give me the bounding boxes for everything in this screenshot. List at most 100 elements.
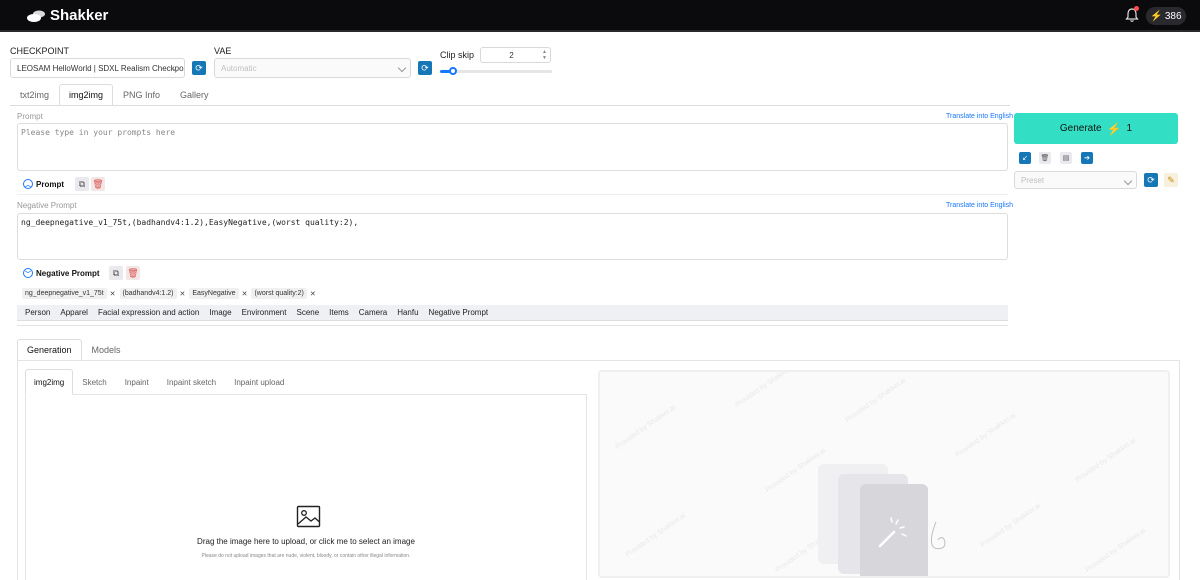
negative-chip-list: ng_deepnegative_v1_75t ✕ (badhandv4:1.2) ✕…: [22, 288, 316, 299]
prompt-input[interactable]: Please type in your prompts here: [17, 123, 1008, 171]
clip-skip-input[interactable]: 2 ▲ ▼: [480, 47, 551, 63]
category-scene[interactable]: Scene: [291, 308, 324, 317]
checkpoint-select[interactable]: LEOSAM HelloWorld | SDXL Realism Checkpo…: [10, 58, 185, 78]
upload-policy-note: Please do not upload images that are nud…: [201, 553, 411, 559]
category-person[interactable]: Person: [20, 308, 55, 317]
tab-img2img-input[interactable]: img2img: [25, 369, 74, 395]
refresh-vae-button[interactable]: ⟳: [418, 61, 432, 75]
chip-label: (worst quality:2): [251, 288, 307, 299]
refresh-checkpoint-button[interactable]: ⟳: [192, 61, 206, 75]
trash-icon: 🗑: [1040, 155, 1050, 162]
image-upload-icon[interactable]: [296, 505, 321, 528]
section-divider: [17, 325, 1008, 326]
tab-sketch[interactable]: Sketch: [73, 369, 115, 395]
lightning-icon: ⚡: [1106, 121, 1122, 136]
tab-inpaint[interactable]: Inpaint: [116, 369, 158, 395]
prompt-chip[interactable]: (badhandv4:1.2) ✕: [119, 288, 186, 299]
credits-badge[interactable]: ⚡ 386: [1146, 7, 1186, 25]
translate-negative-link[interactable]: Translate into English: [946, 202, 1013, 209]
top-bar: Shakker ⚡ 386: [0, 0, 1200, 32]
tab-inpaint-upload[interactable]: Inpaint upload: [225, 369, 293, 395]
close-icon[interactable]: ✕: [110, 290, 116, 298]
send-button[interactable]: ➔: [1081, 152, 1093, 164]
tab-inpaint-sketch[interactable]: Inpaint sketch: [158, 369, 225, 395]
tab-generation[interactable]: Generation: [17, 339, 82, 361]
category-items[interactable]: Items: [324, 308, 354, 317]
brand-logo[interactable]: Shakker: [26, 7, 108, 24]
translate-prompt-link[interactable]: Translate into English: [946, 113, 1013, 120]
image-placeholder-icon: [818, 464, 946, 576]
negative-prompt-toggle[interactable]: ﹀ Negative Prompt: [23, 268, 100, 278]
tab-img2img[interactable]: img2img: [59, 84, 114, 106]
copy-negative-button[interactable]: ⧉: [109, 266, 123, 280]
prompt-divider: [17, 194, 1008, 195]
stepper-arrows-icon[interactable]: ▲ ▼: [542, 49, 547, 61]
chevron-down-icon: [397, 63, 407, 73]
vae-select[interactable]: Automatic: [214, 58, 411, 78]
clip-skip-slider[interactable]: [440, 67, 552, 75]
watermark-text: Provided by Shakker.ai: [734, 370, 798, 409]
category-image[interactable]: Image: [204, 308, 236, 317]
output-preview: Provided by Shakker.ai Provided by Shakk…: [598, 370, 1170, 578]
category-facial-expression[interactable]: Facial expression and action: [93, 308, 204, 317]
chevron-down-icon: [1123, 176, 1133, 186]
tab-png-info[interactable]: PNG Info: [113, 84, 170, 106]
watermark-text: Provided by Shakker.ai: [844, 377, 908, 424]
delete-negative-button[interactable]: 🗑: [126, 266, 140, 280]
category-camera[interactable]: Camera: [354, 308, 392, 317]
refresh-icon: ⟳: [195, 62, 203, 73]
category-environment[interactable]: Environment: [237, 308, 292, 317]
tab-divider: [10, 105, 1010, 106]
checkpoint-value: LEOSAM HelloWorld | SDXL Realism Checkpo…: [17, 63, 185, 73]
edit-icon: ✎: [1167, 174, 1175, 185]
credits-count: 386: [1164, 10, 1182, 22]
prompt-chip[interactable]: EasyNegative ✕: [189, 288, 247, 299]
watermark-text: Provided by Shakker.ai: [624, 512, 688, 559]
watermark-text: Provided by Shakker.ai: [954, 412, 1018, 459]
vae-label: VAE: [214, 46, 232, 56]
prompt-toggle[interactable]: ︿ Prompt: [23, 179, 64, 189]
generate-button[interactable]: Generate ⚡ 1: [1014, 113, 1178, 144]
notes-button[interactable]: ▤: [1060, 152, 1072, 164]
trash-button[interactable]: 🗑: [1039, 152, 1051, 164]
edit-preset-button[interactable]: ✎: [1164, 173, 1178, 187]
tab-models[interactable]: Models: [82, 339, 131, 361]
chevron-up-icon: ︿: [23, 179, 33, 189]
arrow-down-left-button[interactable]: ↙: [1019, 152, 1031, 164]
negative-prompt-title: Negative Prompt: [17, 201, 77, 210]
tab-txt2img[interactable]: txt2img: [10, 84, 59, 106]
watermark-text: Provided by Shakker.ai: [1084, 527, 1148, 574]
clip-skip-slider-handle[interactable]: [449, 67, 458, 75]
copy-prompt-button[interactable]: ⧉: [75, 177, 89, 191]
clip-skip-value: 2: [509, 50, 514, 60]
close-icon[interactable]: ✕: [242, 290, 248, 298]
close-icon[interactable]: ✕: [180, 290, 186, 298]
category-apparel[interactable]: Apparel: [55, 308, 93, 317]
refresh-icon: ⟳: [1147, 174, 1155, 185]
negative-toggle-label: Negative Prompt: [36, 268, 100, 278]
category-hanfu[interactable]: Hanfu: [392, 308, 423, 317]
refresh-icon: ⟳: [421, 62, 429, 73]
upload-instruction[interactable]: Drag the image here to upload, or click …: [26, 537, 586, 546]
prompt-chip[interactable]: (worst quality:2) ✕: [251, 288, 316, 299]
chip-label: (badhandv4:1.2): [119, 288, 177, 299]
negative-prompt-input[interactable]: ng_deepnegative_v1_75t,(badhandv4:1.2),E…: [17, 213, 1008, 260]
delete-prompt-button[interactable]: 🗑: [91, 177, 105, 191]
watermark-text: Provided by Shakker.ai: [1074, 437, 1138, 484]
prompt-toggle-label: Prompt: [36, 179, 64, 189]
vae-value: Automatic: [221, 63, 257, 73]
prompt-category-bar: Person Apparel Facial expression and act…: [17, 305, 1008, 321]
chip-label: ng_deepnegative_v1_75t: [22, 288, 107, 299]
refresh-preset-button[interactable]: ⟳: [1144, 173, 1158, 187]
trash-icon: 🗑: [127, 267, 139, 278]
generate-label: Generate: [1059, 123, 1102, 134]
close-icon[interactable]: ✕: [310, 290, 316, 298]
preset-select[interactable]: Preset: [1014, 171, 1137, 189]
tab-gallery[interactable]: Gallery: [170, 84, 219, 106]
trash-icon: 🗑: [92, 178, 104, 189]
watermark-text: Provided by Shakker.ai: [979, 502, 1043, 549]
category-negative-prompt[interactable]: Negative Prompt: [424, 308, 494, 317]
chevron-down-icon: ﹀: [23, 268, 33, 278]
prompt-chip[interactable]: ng_deepnegative_v1_75t ✕: [22, 288, 116, 299]
lightning-icon: ⚡: [1150, 10, 1163, 22]
